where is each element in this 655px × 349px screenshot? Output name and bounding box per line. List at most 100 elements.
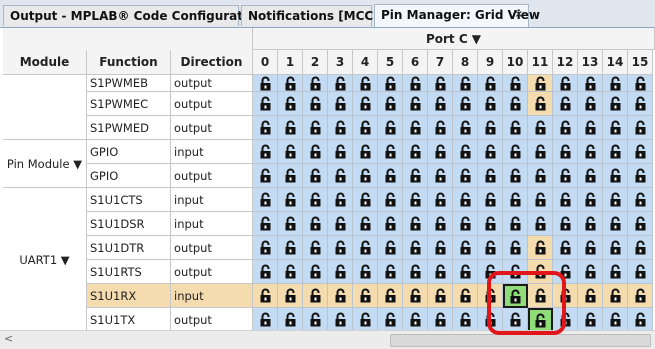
pin-cell-s1u1dtr-6[interactable] — [403, 236, 428, 260]
pin-cell-gpio-0[interactable] — [253, 140, 278, 164]
pin-cell-s1u1dsr-15[interactable] — [628, 212, 653, 236]
pin-cell-s1pwmeb-11[interactable] — [528, 75, 553, 92]
pin-cell-s1u1rx-8[interactable] — [453, 284, 478, 308]
pin-cell-s1u1tx-7[interactable] — [428, 308, 453, 332]
pin-cell-gpio-3[interactable] — [328, 140, 353, 164]
pin-cell-s1u1rx-6[interactable] — [403, 284, 428, 308]
pin-cell-s1pwmec-7[interactable] — [428, 92, 453, 116]
pin-cell-s1u1tx-4[interactable] — [353, 308, 378, 332]
pin-cell-s1u1dsr-1[interactable] — [278, 212, 303, 236]
module-cell-2[interactable]: UART1 ▼ — [3, 188, 87, 332]
pin-cell-s1u1rts-8[interactable] — [453, 260, 478, 284]
scrollbar-thumb[interactable] — [390, 334, 651, 347]
pin-cell-s1u1dsr-6[interactable] — [403, 212, 428, 236]
pin-cell-s1u1dtr-4[interactable] — [353, 236, 378, 260]
pin-cell-s1u1dsr-12[interactable] — [553, 212, 578, 236]
pin-cell-gpio-12[interactable] — [553, 140, 578, 164]
pin-cell-gpio-1[interactable] — [278, 164, 303, 188]
pin-cell-s1pwmec-1[interactable] — [278, 92, 303, 116]
pin-cell-s1u1dtr-13[interactable] — [578, 236, 603, 260]
pin-cell-s1pwmeb-9[interactable] — [478, 75, 503, 92]
pin-cell-s1u1rts-15[interactable] — [628, 260, 653, 284]
pin-cell-s1pwmeb-12[interactable] — [553, 75, 578, 92]
pin-cell-s1u1rts-13[interactable] — [578, 260, 603, 284]
pin-cell-s1u1tx-3[interactable] — [328, 308, 353, 332]
pin-cell-s1u1cts-4[interactable] — [353, 188, 378, 212]
pin-cell-gpio-5[interactable] — [378, 140, 403, 164]
pin-cell-s1pwmed-1[interactable] — [278, 116, 303, 140]
pin-cell-s1u1dtr-8[interactable] — [453, 236, 478, 260]
pin-cell-s1u1dsr-10[interactable] — [503, 212, 528, 236]
pin-cell-s1pwmed-0[interactable] — [253, 116, 278, 140]
pin-cell-gpio-2[interactable] — [303, 164, 328, 188]
pin-cell-s1u1rx-15[interactable] — [628, 284, 653, 308]
pin-cell-gpio-2[interactable] — [303, 140, 328, 164]
pin-cell-s1u1rx-13[interactable] — [578, 284, 603, 308]
pin-cell-s1u1dtr-2[interactable] — [303, 236, 328, 260]
pin-cell-s1pwmeb-13[interactable] — [578, 75, 603, 92]
pin-cell-s1u1tx-1[interactable] — [278, 308, 303, 332]
pin-cell-s1u1tx-5[interactable] — [378, 308, 403, 332]
pin-cell-gpio-9[interactable] — [478, 164, 503, 188]
pin-cell-s1u1rx-5[interactable] — [378, 284, 403, 308]
pin-cell-s1u1rx-1[interactable] — [278, 284, 303, 308]
pin-cell-s1u1dsr-8[interactable] — [453, 212, 478, 236]
pin-cell-s1pwmeb-5[interactable] — [378, 75, 403, 92]
pin-cell-s1u1rx-2[interactable] — [303, 284, 328, 308]
pin-cell-gpio-11[interactable] — [528, 164, 553, 188]
pin-cell-s1u1dtr-12[interactable] — [553, 236, 578, 260]
pin-cell-s1u1dsr-11[interactable] — [528, 212, 553, 236]
scroll-left-icon[interactable]: < — [4, 332, 13, 345]
pin-cell-s1u1cts-13[interactable] — [578, 188, 603, 212]
pin-cell-s1u1dsr-9[interactable] — [478, 212, 503, 236]
pin-cell-s1pwmec-2[interactable] — [303, 92, 328, 116]
port-c-header[interactable]: Port C ▼ — [253, 28, 655, 50]
pin-cell-s1pwmec-12[interactable] — [553, 92, 578, 116]
pin-cell-s1u1rts-3[interactable] — [328, 260, 353, 284]
pin-cell-s1u1cts-6[interactable] — [403, 188, 428, 212]
pin-cell-s1pwmed-11[interactable] — [528, 116, 553, 140]
pin-cell-s1pwmed-12[interactable] — [553, 116, 578, 140]
pin-cell-s1pwmed-9[interactable] — [478, 116, 503, 140]
tab-pin-manager-grid-view[interactable]: Pin Manager: Grid View × — [374, 4, 540, 27]
pin-cell-gpio-7[interactable] — [428, 140, 453, 164]
pin-cell-s1u1dtr-7[interactable] — [428, 236, 453, 260]
close-tab-icon[interactable]: × — [515, 5, 523, 25]
pin-cell-s1u1rx-0[interactable] — [253, 284, 278, 308]
pin-cell-s1pwmec-10[interactable] — [503, 92, 528, 116]
pin-cell-s1pwmec-8[interactable] — [453, 92, 478, 116]
pin-cell-s1u1cts-1[interactable] — [278, 188, 303, 212]
pin-cell-s1u1dtr-5[interactable] — [378, 236, 403, 260]
pin-cell-gpio-13[interactable] — [578, 164, 603, 188]
pin-cell-s1u1cts-8[interactable] — [453, 188, 478, 212]
pin-cell-s1u1rts-7[interactable] — [428, 260, 453, 284]
pin-cell-s1u1tx-0[interactable] — [253, 308, 278, 332]
pin-cell-s1u1cts-9[interactable] — [478, 188, 503, 212]
pin-cell-s1u1dtr-15[interactable] — [628, 236, 653, 260]
pin-cell-s1u1dsr-3[interactable] — [328, 212, 353, 236]
tab-notifications[interactable]: Notifications [MCC] — [241, 5, 379, 26]
pin-cell-s1pwmed-7[interactable] — [428, 116, 453, 140]
pin-cell-s1u1rts-0[interactable] — [253, 260, 278, 284]
pin-cell-s1pwmed-15[interactable] — [628, 116, 653, 140]
pin-cell-s1pwmed-3[interactable] — [328, 116, 353, 140]
pin-cell-gpio-15[interactable] — [628, 140, 653, 164]
pin-cell-s1pwmeb-10[interactable] — [503, 75, 528, 92]
pin-cell-gpio-3[interactable] — [328, 164, 353, 188]
pin-cell-s1u1rts-1[interactable] — [278, 260, 303, 284]
pin-cell-s1u1tx-13[interactable] — [578, 308, 603, 332]
pin-cell-s1u1tx-8[interactable] — [453, 308, 478, 332]
pin-cell-gpio-13[interactable] — [578, 140, 603, 164]
pin-cell-gpio-4[interactable] — [353, 140, 378, 164]
pin-cell-s1u1cts-7[interactable] — [428, 188, 453, 212]
pin-cell-s1u1dtr-3[interactable] — [328, 236, 353, 260]
pin-cell-s1u1tx-14[interactable] — [603, 308, 628, 332]
pin-cell-s1u1rx-14[interactable] — [603, 284, 628, 308]
pin-cell-s1pwmec-13[interactable] — [578, 92, 603, 116]
pin-cell-s1u1tx-15[interactable] — [628, 308, 653, 332]
pin-cell-s1u1dsr-0[interactable] — [253, 212, 278, 236]
pin-cell-s1u1rts-6[interactable] — [403, 260, 428, 284]
pin-cell-gpio-11[interactable] — [528, 140, 553, 164]
pin-cell-s1u1dtr-9[interactable] — [478, 236, 503, 260]
pin-cell-s1u1cts-0[interactable] — [253, 188, 278, 212]
